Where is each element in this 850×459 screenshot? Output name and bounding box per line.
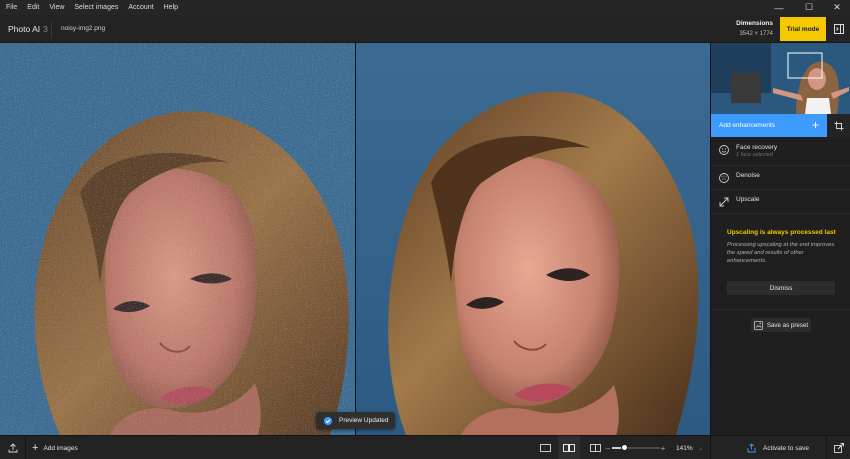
save-as-preset-label: Save as preset <box>766 321 809 329</box>
zoom-in-icon[interactable]: + <box>659 436 667 459</box>
app-title: Photo AI 3 <box>8 24 48 34</box>
activate-to-save-label: Activate to save <box>763 444 809 452</box>
close-button[interactable]: ✕ <box>822 0 850 15</box>
menu-select-images[interactable]: Select images <box>69 0 123 15</box>
divider <box>711 309 850 310</box>
plus-icon: + <box>811 118 819 132</box>
enhancement-face-recovery[interactable]: Face recovery 1 face selected <box>711 138 850 166</box>
preview-updated-toast: Preview Updated <box>316 412 395 429</box>
navigator-thumbnail[interactable] <box>711 43 850 114</box>
panel-toggle-button[interactable] <box>829 18 849 40</box>
upscale-icon <box>719 197 729 207</box>
export-settings-icon <box>833 443 844 453</box>
dimensions-label: Dimensions <box>736 20 773 27</box>
divider <box>710 436 711 459</box>
split-view-icon <box>589 444 601 452</box>
menu-account[interactable]: Account <box>123 0 158 15</box>
save-as-preset-button[interactable]: Save as preset <box>751 318 811 332</box>
file-name: noisy-img2.png <box>61 25 106 32</box>
menu-edit[interactable]: Edit <box>22 0 44 15</box>
bottom-bar: + Add images – + 141% ⌄ Activate to save <box>0 435 850 459</box>
single-view-button[interactable] <box>534 436 556 459</box>
app-name: Photo AI <box>8 24 41 34</box>
side-by-side-view-button[interactable] <box>558 436 580 459</box>
dimensions-value: 3542 × 1774 <box>739 31 773 37</box>
notice-title: Upscaling is always processed last <box>727 229 836 236</box>
maximize-button[interactable]: ☐ <box>794 0 824 15</box>
zoom-slider[interactable] <box>612 444 660 451</box>
export-settings-button[interactable] <box>827 436 850 459</box>
minimize-button[interactable]: — <box>764 0 794 15</box>
dismiss-button[interactable]: Dismiss <box>727 281 835 295</box>
check-icon <box>324 416 332 425</box>
notice-body: Processing upscaling at the end improves… <box>727 242 835 264</box>
app-version: 3 <box>43 24 48 34</box>
zoom-out-icon[interactable]: – <box>604 436 612 459</box>
panel-toggle-icon <box>834 24 844 34</box>
add-enhancements-button[interactable]: Add enhancements + <box>711 114 827 137</box>
enhanced-portrait <box>356 43 710 435</box>
original-image <box>0 43 355 435</box>
export-button[interactable] <box>0 436 25 459</box>
close-icon: ✕ <box>833 2 841 12</box>
menu-help[interactable]: Help <box>159 0 183 15</box>
add-images-button[interactable]: + Add images <box>32 436 78 459</box>
export-icon <box>8 443 17 453</box>
original-portrait <box>0 43 355 435</box>
face-icon <box>719 145 729 155</box>
menu-view[interactable]: View <box>44 0 69 15</box>
minimize-icon: — <box>774 2 784 13</box>
crop-icon <box>834 121 844 130</box>
maximize-icon: ☐ <box>804 2 814 12</box>
enhancements-panel: Add enhancements + Face recovery 1 face … <box>710 43 850 435</box>
share-icon <box>747 443 756 453</box>
plus-icon: + <box>32 442 39 454</box>
crop-button[interactable] <box>827 114 850 137</box>
menu-bar: File Edit View Select images Account Hel… <box>0 0 850 15</box>
divider <box>25 436 26 459</box>
face-recovery-sub: 1 face selected <box>736 152 773 158</box>
single-view-icon <box>539 444 551 452</box>
activate-to-save-button[interactable]: Activate to save <box>730 436 826 459</box>
enhanced-image <box>356 43 710 435</box>
image-canvas[interactable]: Preview Updated <box>0 43 710 435</box>
enhancement-upscale[interactable]: Upscale <box>711 190 850 214</box>
add-images-label: Add images <box>43 444 78 452</box>
zoom-value[interactable]: 141% <box>676 436 693 459</box>
side-by-side-icon <box>563 444 575 452</box>
enhancement-denoise[interactable]: Denoise <box>711 166 850 190</box>
zoom-slider-handle[interactable] <box>620 444 628 451</box>
trial-mode-button[interactable]: Trial mode <box>780 17 826 41</box>
split-view-button[interactable] <box>584 436 606 459</box>
toast-label: Preview Updated <box>339 417 389 424</box>
save-preset-icon <box>753 320 763 330</box>
divider <box>51 21 52 38</box>
upscale-label: Upscale <box>736 196 760 203</box>
menu-file[interactable]: File <box>0 0 22 15</box>
thumbnail-image <box>711 43 850 114</box>
denoise-label: Denoise <box>736 172 760 179</box>
zoom-dropdown-chevron-icon[interactable]: ⌄ <box>697 436 705 459</box>
face-recovery-label: Face recovery <box>736 144 778 151</box>
title-bar: Photo AI 3 noisy-img2.png Dimensions 3542… <box>0 15 850 43</box>
dimensions: Dimensions 3542 × 1774 <box>736 20 773 37</box>
add-enhancements-label: Add enhancements <box>719 122 776 129</box>
denoise-icon <box>719 173 729 183</box>
